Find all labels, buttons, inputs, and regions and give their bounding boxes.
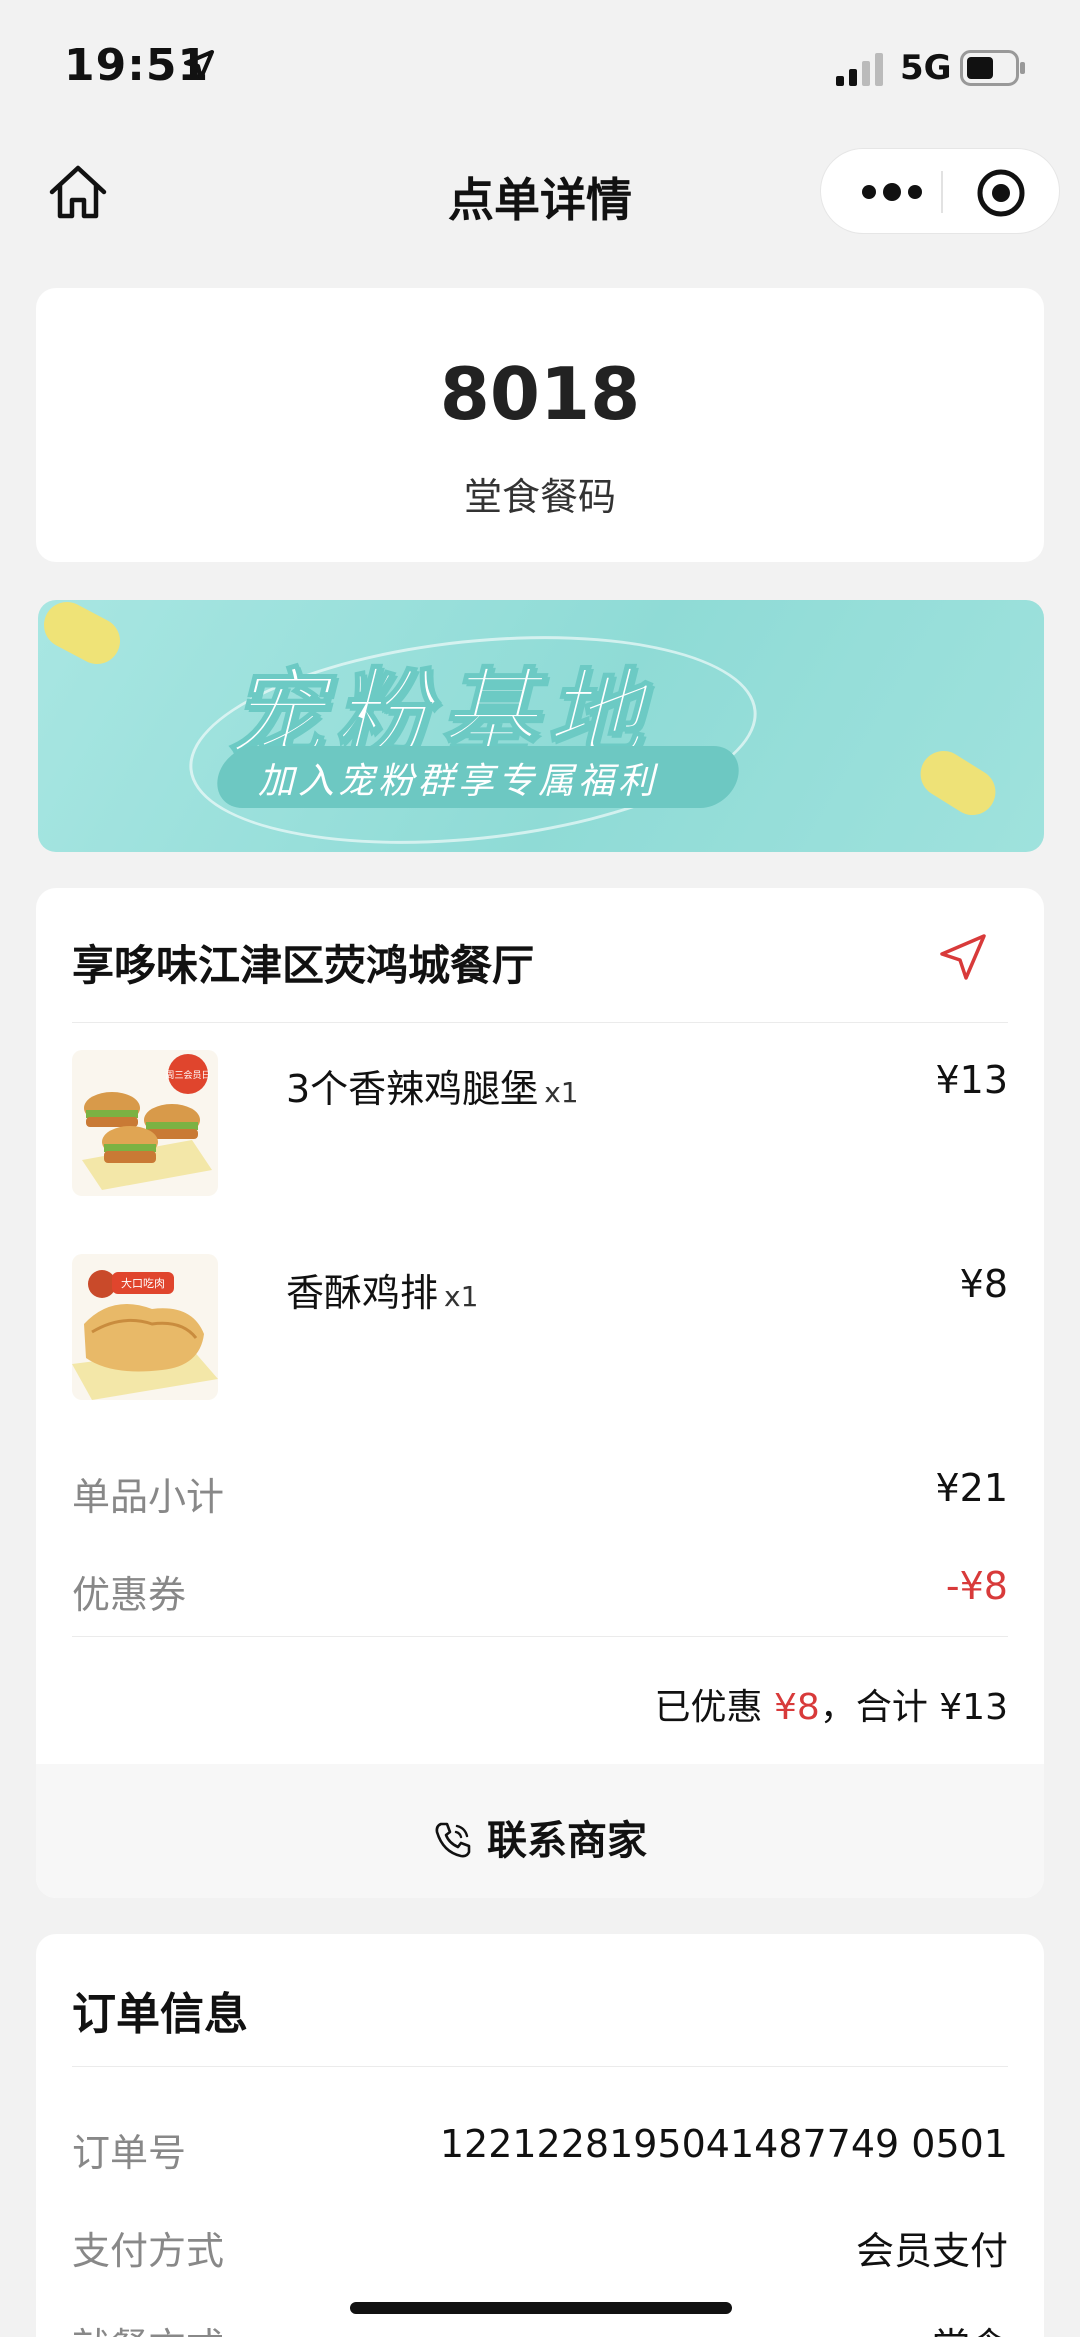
shop-name[interactable]: 享哆味江津区荧鸿城餐厅 [72,932,534,993]
dining-mode-value: 堂食 [932,2316,1008,2337]
payment-method-row: 支付方式 会员支付 [72,2220,1008,2280]
coupon-row: 优惠券 -¥8 [72,1564,1008,1624]
contact-label: 联系商家 [487,1818,647,1864]
item-image-burger: 周三会员日 [72,1050,218,1196]
home-indicator[interactable] [350,2302,732,2314]
order-info-title: 订单信息 [72,1989,248,2040]
divider [72,1636,1008,1637]
more-icon[interactable] [857,175,927,209]
phone-icon [435,1822,471,1858]
discount-value: ¥8 [774,1687,820,1728]
network-type: 5G [900,48,952,88]
divider [72,1022,1008,1023]
item-qty: x1 [544,1076,579,1109]
pickup-code-card: 8018 堂食餐码 [36,288,1044,562]
item-name: 香酥鸡排 x1 [286,1271,479,1315]
payment-method-label: 支付方式 [72,2229,225,2273]
list-item: 周三会员日 3个香辣鸡腿堡 x1 ¥13 [72,1050,1008,1200]
item-qty: x1 [444,1280,479,1313]
item-badge: 周三会员日 [165,1069,210,1081]
banner-subtitle: 加入宠粉群享专属福利 [258,761,659,802]
battery-icon [960,50,1025,86]
order-number-row: 订单号 1221228195041487749 0501 [72,2122,1008,2182]
item-badge: 大口吃肉 [121,1276,165,1290]
banner-decoration [38,600,129,673]
contact-merchant-button[interactable]: 联系商家 [36,1764,1044,1898]
signal-icon [836,53,883,86]
promo-banner[interactable]: 宠粉基地 加入宠粉群享专属福利 [38,600,1044,852]
discount-prefix: 已优惠 [654,1687,763,1728]
mini-program-capsule [820,148,1060,234]
subtotal-value: ¥21 [935,1466,1008,1510]
subtotal-label: 单品小计 [72,1475,225,1519]
nav-bar: 点单详情 [0,140,1080,240]
subtotal-row: 单品小计 ¥21 [72,1466,1008,1526]
order-number-value[interactable]: 1221228195041487749 0501 [440,2122,1008,2166]
coupon-label: 优惠券 [72,1573,187,1617]
banner-decoration [911,742,1005,824]
divider [72,2066,1008,2067]
close-target-icon[interactable] [975,167,1027,219]
coupon-value: -¥8 [945,1564,1008,1608]
payment-method-value: 会员支付 [855,2229,1008,2273]
item-name: 3个香辣鸡腿堡 x1 [286,1067,579,1111]
status-bar: 19:51 5G [0,0,1080,140]
capsule-divider [941,171,943,213]
order-number-label: 订单号 [72,2131,187,2175]
order-items-card: 享哆味江津区荧鸿城餐厅 周三会员日 3个香辣鸡腿堡 x1 ¥13 大口吃肉 香酥… [36,888,1044,1898]
dining-mode-row: 就餐方式 堂食 [72,2316,1008,2337]
item-price: ¥13 [935,1058,1008,1102]
order-total-summary: 已优惠 ¥8，合计 ¥13 [655,1678,1008,1730]
pickup-code: 8018 [439,352,641,436]
order-info-card: 订单信息 订单号 1221228195041487749 0501 支付方式 会… [36,1934,1044,2337]
item-image-chicken-cutlet: 大口吃肉 [72,1254,218,1400]
total-prefix: ，合计 [819,1687,928,1728]
location-arrow-icon [184,50,214,80]
navigate-icon[interactable] [938,932,988,982]
list-item: 大口吃肉 香酥鸡排 x1 ¥8 [72,1254,1008,1404]
total-value: ¥13 [939,1687,1008,1728]
item-price: ¥8 [959,1262,1008,1306]
order-detail-page: 19:51 5G 点单详情 8018 堂食餐码 宠粉基地 加入宠粉群享专属福利 … [0,0,1080,2337]
dining-mode-label: 就餐方式 [72,2316,224,2337]
pickup-code-label: 堂食餐码 [463,475,616,519]
